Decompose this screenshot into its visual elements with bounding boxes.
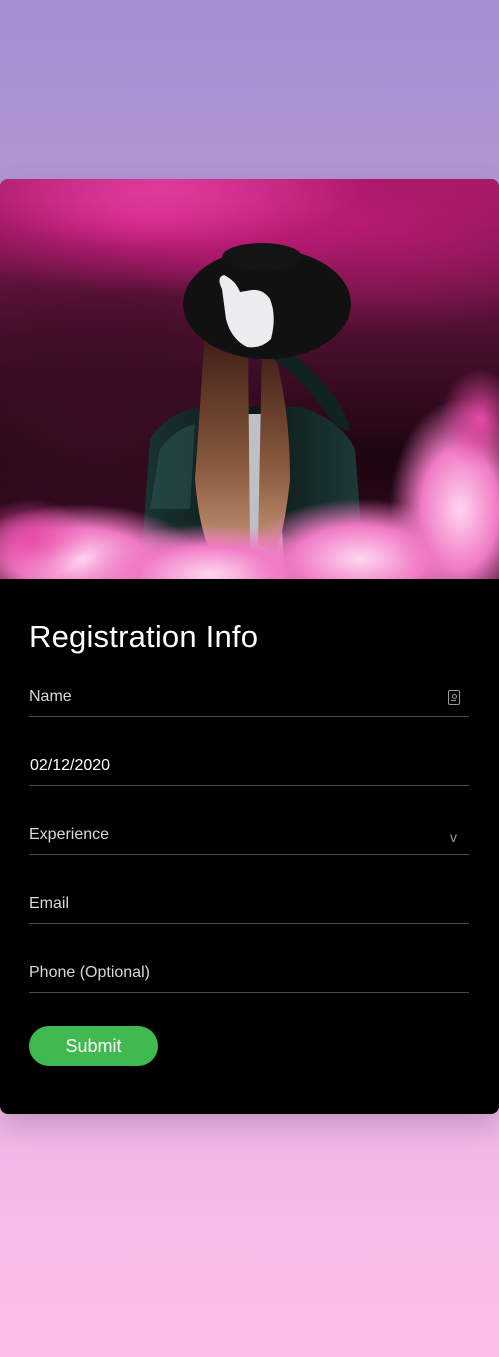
email-input[interactable] xyxy=(29,891,469,917)
smoke-portrait-illustration xyxy=(0,179,499,579)
chevron-down-icon[interactable]: v xyxy=(450,830,457,844)
hero-image xyxy=(0,179,499,579)
contact-card-icon xyxy=(448,690,460,707)
name-input[interactable] xyxy=(29,684,469,710)
phone-field xyxy=(29,924,469,993)
submit-button[interactable]: Submit xyxy=(29,1026,158,1066)
form-title: Registration Info xyxy=(29,619,259,654)
phone-input[interactable] xyxy=(29,960,469,986)
date-input[interactable]: 02/12/2020 xyxy=(29,753,469,779)
registration-form: Registration Info 02/12/2020 Experience … xyxy=(29,579,469,1066)
date-field: 02/12/2020 xyxy=(29,717,469,786)
registration-card: Registration Info 02/12/2020 Experience … xyxy=(0,179,499,1114)
experience-field[interactable]: Experience v xyxy=(29,786,469,855)
name-field xyxy=(29,659,469,717)
email-field xyxy=(29,855,469,924)
experience-select[interactable]: Experience xyxy=(29,822,469,848)
